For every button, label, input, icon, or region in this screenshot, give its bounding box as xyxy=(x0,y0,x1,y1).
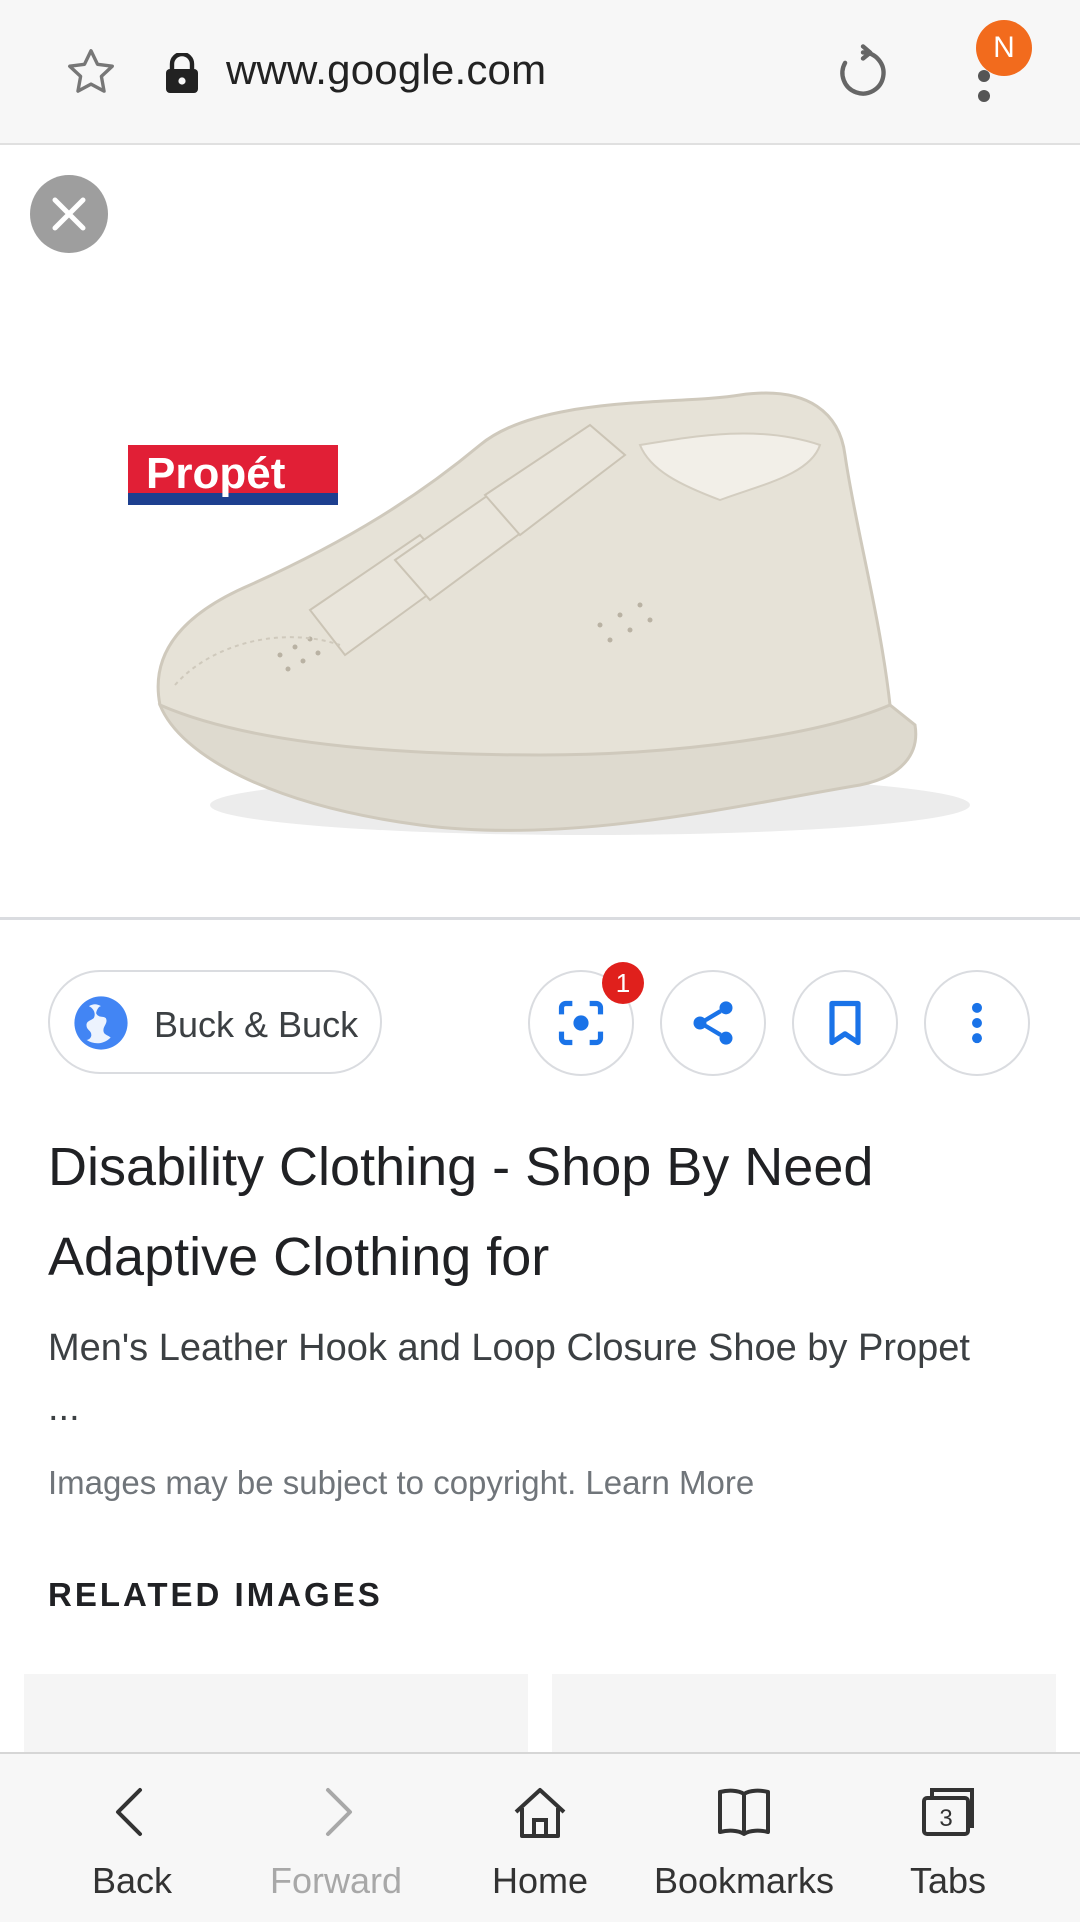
learn-more-link[interactable]: Learn More xyxy=(585,1464,754,1501)
related-image-thumbnail[interactable] xyxy=(24,1674,528,1754)
bookmarks-icon xyxy=(718,1788,770,1836)
copyright-text: Images may be subject to copyright. xyxy=(48,1464,577,1501)
related-images-heading: RELATED IMAGES xyxy=(48,1576,383,1613)
globe-icon xyxy=(74,996,128,1050)
url-text[interactable]: www.google.com xyxy=(226,46,546,94)
back-icon xyxy=(116,1788,142,1836)
bookmarks-label: Bookmarks xyxy=(653,1860,835,1901)
star-icon[interactable] xyxy=(62,44,120,102)
related-image-thumbnail[interactable] xyxy=(552,1674,1056,1754)
bottom-toolbar: Back Forward Home Bookmarks 3 Tabs xyxy=(0,1752,1080,1922)
close-button[interactable] xyxy=(30,175,108,253)
lock-icon xyxy=(166,53,198,93)
image-preview: Propét xyxy=(0,145,1080,920)
tabs-label: Tabs xyxy=(909,1860,987,1901)
tabs-button[interactable]: 3 Tabs xyxy=(848,1754,1048,1922)
tabs-icon: 3 xyxy=(922,1788,974,1836)
source-name: Buck & Buck xyxy=(154,1004,359,1045)
more-options-button[interactable] xyxy=(924,970,1030,1076)
back-button[interactable]: Back xyxy=(32,1754,232,1922)
profile-avatar[interactable]: N xyxy=(976,20,1032,76)
source-chip[interactable]: Buck & Buck xyxy=(48,970,382,1074)
home-label: Home xyxy=(491,1860,589,1901)
svg-text:3: 3 xyxy=(939,1805,952,1832)
address-bar: www.google.com N xyxy=(0,0,1080,145)
forward-icon xyxy=(326,1788,352,1836)
forward-button[interactable]: Forward xyxy=(236,1754,436,1922)
close-icon xyxy=(52,197,86,231)
reload-icon[interactable] xyxy=(834,44,892,102)
home-icon xyxy=(514,1788,566,1838)
brand-logo: Propét xyxy=(128,445,338,505)
bookmark-icon xyxy=(829,1000,861,1046)
notification-badge: 1 xyxy=(602,962,644,1004)
result-snippet: Men's Leather Hook and Loop Closure Shoe… xyxy=(48,1327,970,1429)
save-button[interactable] xyxy=(792,970,898,1076)
share-icon xyxy=(693,1001,733,1045)
forward-label: Forward xyxy=(269,1860,403,1901)
copyright-notice: Images may be subject to copyright. Lear… xyxy=(48,1464,754,1502)
bookmarks-button[interactable]: Bookmarks xyxy=(644,1754,844,1922)
shoe-image[interactable]: Propét xyxy=(120,285,1020,915)
back-label: Back xyxy=(91,1860,173,1901)
home-button[interactable]: Home xyxy=(440,1754,640,1922)
share-button[interactable] xyxy=(660,970,766,1076)
more-options-icon xyxy=(972,1002,982,1044)
svg-text:Propét: Propét xyxy=(146,449,286,498)
result-title[interactable]: Disability Clothing - Shop By Need Adapt… xyxy=(48,1122,1008,1302)
lens-icon xyxy=(558,1000,604,1046)
